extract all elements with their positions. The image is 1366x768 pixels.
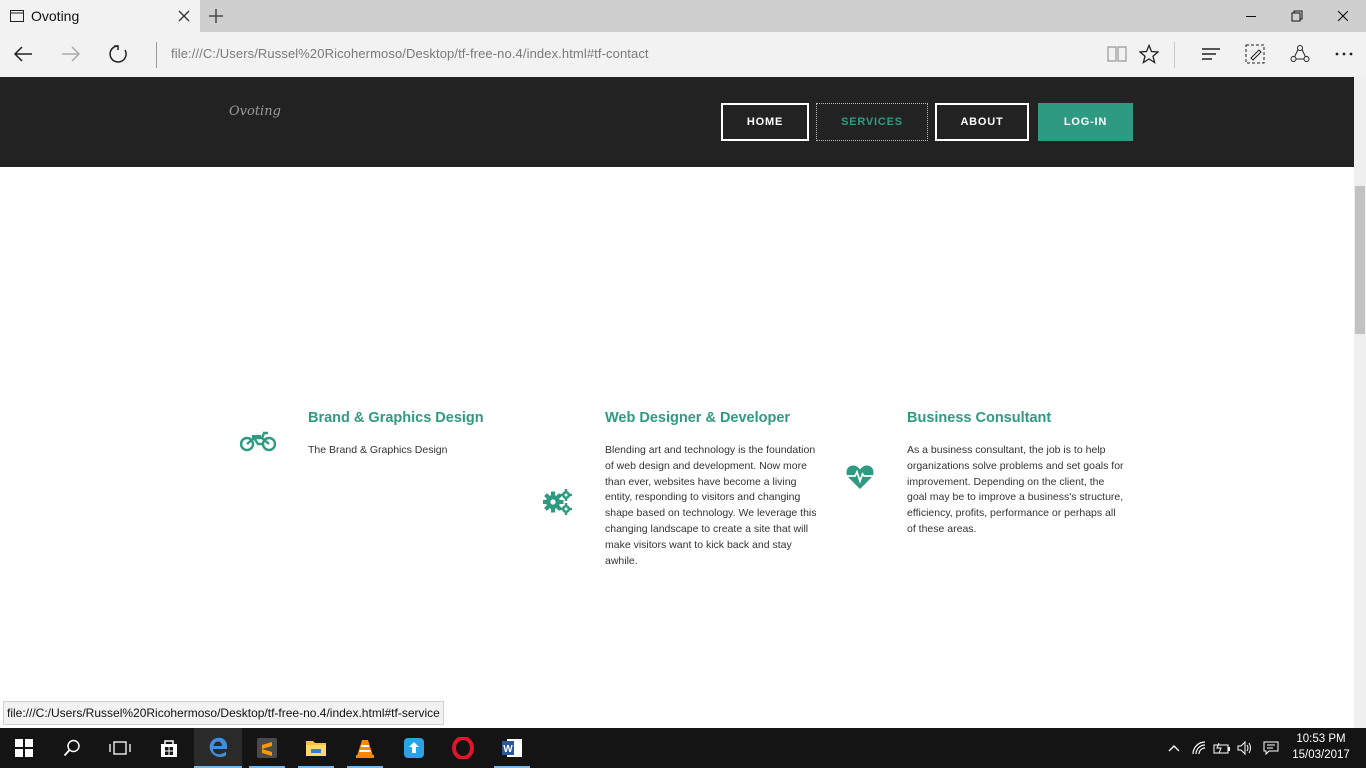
address-separator [156, 42, 157, 68]
reading-view-icon[interactable] [1106, 44, 1128, 64]
windows-logo-icon [15, 739, 33, 757]
svg-text:W: W [503, 744, 513, 755]
toolbar-separator [1174, 42, 1175, 68]
nav-about-button[interactable]: ABOUT [935, 103, 1029, 141]
tab-title: Ovoting [31, 8, 80, 24]
more-icon[interactable] [1334, 44, 1354, 64]
system-clock[interactable]: 10:53 PM 15/03/2017 [1285, 731, 1357, 763]
address-input[interactable]: file:///C:/Users/Russel%20Ricohermoso/De… [171, 46, 649, 61]
taskbar-file-explorer[interactable] [292, 728, 340, 768]
taskbar-word[interactable]: W [488, 728, 536, 768]
page-icon [10, 10, 24, 22]
restore-icon[interactable] [1290, 9, 1304, 23]
page-scrollbar[interactable] [1354, 77, 1366, 728]
taskbar-app-blue[interactable] [390, 728, 438, 768]
forward-icon[interactable] [60, 44, 82, 64]
edge-browser-icon [209, 737, 228, 758]
opera-icon [452, 737, 474, 759]
volume-icon[interactable] [1237, 741, 1253, 755]
taskbar-vlc[interactable] [341, 728, 389, 768]
service-text-web: Blending art and technology is the found… [605, 444, 817, 567]
motorcycle-icon [240, 431, 276, 452]
site-logo[interactable]: Ovoting [229, 104, 281, 119]
favorite-star-icon[interactable] [1139, 44, 1159, 64]
taskbar-opera[interactable] [439, 728, 487, 768]
taskbar-sublime[interactable] [243, 728, 291, 768]
show-hidden-icons-icon[interactable] [1167, 742, 1181, 754]
minimize-icon[interactable] [1244, 9, 1258, 23]
clock-time: 10:53 PM [1296, 733, 1346, 745]
service-text-consultant: As a business consultant, the job is to … [907, 444, 1124, 535]
site-header: Ovoting HOME SERVICES ABOUT LOG-IN [0, 77, 1354, 167]
scrollbar-thumb[interactable] [1355, 186, 1365, 334]
hub-icon[interactable] [1200, 44, 1222, 64]
back-icon[interactable] [12, 44, 34, 64]
share-icon[interactable] [1290, 44, 1310, 64]
nav-login-button[interactable]: LOG-IN [1038, 103, 1133, 141]
address-toolbar: file:///C:/Users/Russel%20Ricohermoso/De… [0, 32, 1366, 78]
windows-taskbar: W 10:53 PM 15/03/2017 [0, 728, 1366, 768]
clock-date: 15/03/2017 [1292, 749, 1350, 761]
task-view-icon [109, 741, 131, 755]
search-icon [63, 739, 80, 757]
tab-strip: Ovoting [0, 0, 1366, 32]
vlc-cone-icon [356, 740, 374, 758]
close-window-icon[interactable] [1336, 9, 1350, 23]
start-button[interactable] [0, 728, 48, 768]
sublime-text-icon [257, 738, 277, 758]
nav-home-button[interactable]: HOME [721, 103, 809, 141]
battery-icon[interactable] [1213, 741, 1231, 755]
refresh-icon[interactable] [108, 44, 128, 64]
taskbar-store[interactable] [145, 728, 193, 768]
taskbar-edge[interactable] [194, 728, 242, 768]
task-view-button[interactable] [96, 728, 144, 768]
service-text-brand: The Brand & Graphics Design [308, 444, 448, 456]
service-title-consultant: Business Consultant [907, 410, 1052, 426]
close-tab-icon[interactable] [177, 9, 191, 23]
nav-services-button[interactable]: SERVICES [816, 103, 928, 141]
service-title-web: Web Designer & Developer [605, 410, 791, 426]
search-button[interactable] [48, 728, 96, 768]
gears-icon [543, 489, 572, 515]
heartbeat-icon [846, 465, 874, 489]
word-icon: W [502, 739, 522, 757]
new-tab-icon[interactable] [208, 8, 224, 24]
sync-app-icon [404, 738, 424, 758]
action-center-icon[interactable] [1263, 741, 1279, 755]
browser-tab[interactable]: Ovoting [0, 0, 200, 32]
web-note-icon[interactable] [1245, 44, 1265, 64]
service-title-brand: Brand & Graphics Design [308, 410, 484, 426]
store-icon [161, 740, 177, 757]
folder-icon [306, 741, 326, 756]
link-status-bar: file:///C:/Users/Russel%20Ricohermoso/De… [3, 701, 444, 725]
wifi-icon[interactable] [1191, 740, 1207, 756]
